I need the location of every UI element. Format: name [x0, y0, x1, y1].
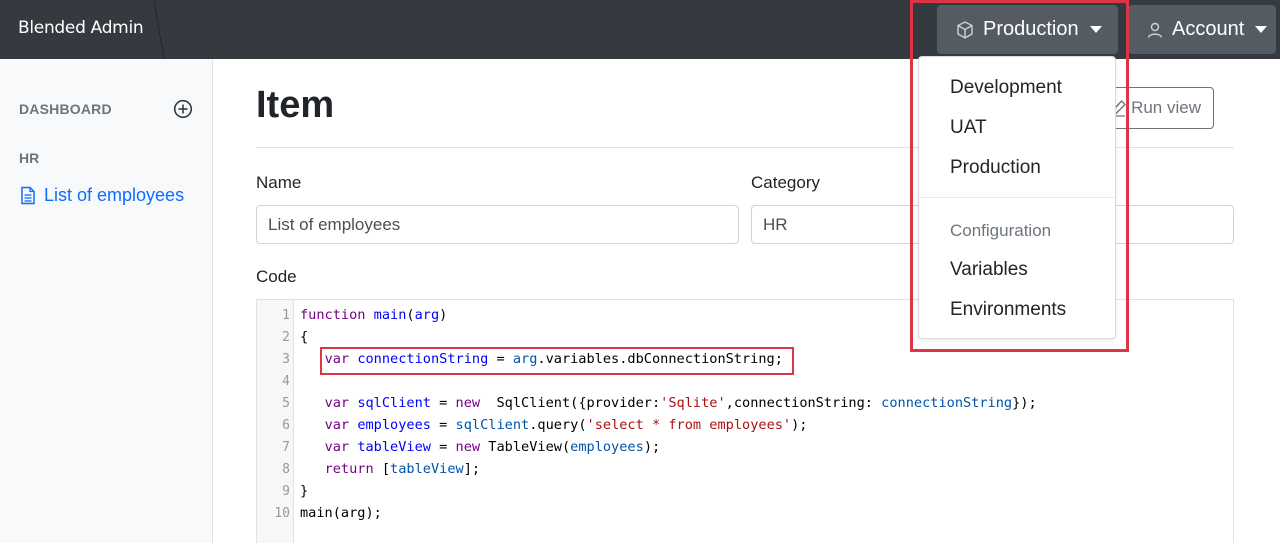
- highlight-box-connection-string: [320, 347, 794, 375]
- name-input[interactable]: List of employees: [256, 205, 739, 244]
- add-circle-icon[interactable]: [173, 99, 193, 119]
- line-number: 6: [282, 418, 290, 433]
- sidebar-dashboard-heading: DASHBOARD: [19, 101, 112, 117]
- name-label: Name: [256, 173, 302, 192]
- sidebar-item-list-of-employees[interactable]: List of employees: [20, 185, 184, 206]
- code-line: var employees = sqlClient.query('select …: [324, 417, 808, 433]
- line-number: 7: [282, 440, 290, 455]
- code-line: var sqlClient = new SqlClient({provider:…: [324, 395, 1037, 411]
- code-line: {: [300, 329, 309, 345]
- line-number: 9: [282, 484, 290, 499]
- line-number-gutter: 1 2 3 4 5 6 7 8 9 10: [257, 300, 294, 543]
- brand-title[interactable]: Blended Admin: [18, 18, 144, 38]
- line-number: 10: [274, 506, 290, 521]
- line-number: 4: [282, 374, 290, 389]
- sidebar-item-label: List of employees: [44, 185, 185, 205]
- code-line: main(arg);: [300, 505, 382, 521]
- chevron-down-icon: [1255, 26, 1268, 33]
- line-number: 8: [282, 462, 290, 477]
- line-number: 5: [282, 396, 290, 411]
- line-number: 3: [282, 352, 290, 367]
- sidebar: DASHBOARD HR List of employees: [0, 59, 213, 543]
- page-title: Item: [256, 84, 335, 126]
- highlight-box-environment-menu: [910, 0, 1129, 352]
- account-button-label: Account: [1172, 18, 1245, 40]
- code-line: function main(arg): [300, 307, 448, 323]
- run-view-label: Run view: [1131, 98, 1201, 117]
- code-line: return [tableView];: [324, 461, 481, 477]
- user-icon: [1147, 22, 1163, 38]
- sidebar-section-hr: HR: [19, 150, 40, 166]
- code-label: Code: [256, 267, 297, 286]
- code-line: }: [300, 483, 309, 499]
- document-icon: [21, 186, 35, 205]
- category-label: Category: [751, 173, 820, 192]
- brand-divider: [153, 0, 165, 59]
- account-dropdown-button[interactable]: Account: [1128, 5, 1276, 54]
- line-number: 1: [282, 308, 290, 323]
- line-number: 2: [282, 330, 290, 345]
- code-line: var tableView = new TableView(employees)…: [324, 439, 661, 455]
